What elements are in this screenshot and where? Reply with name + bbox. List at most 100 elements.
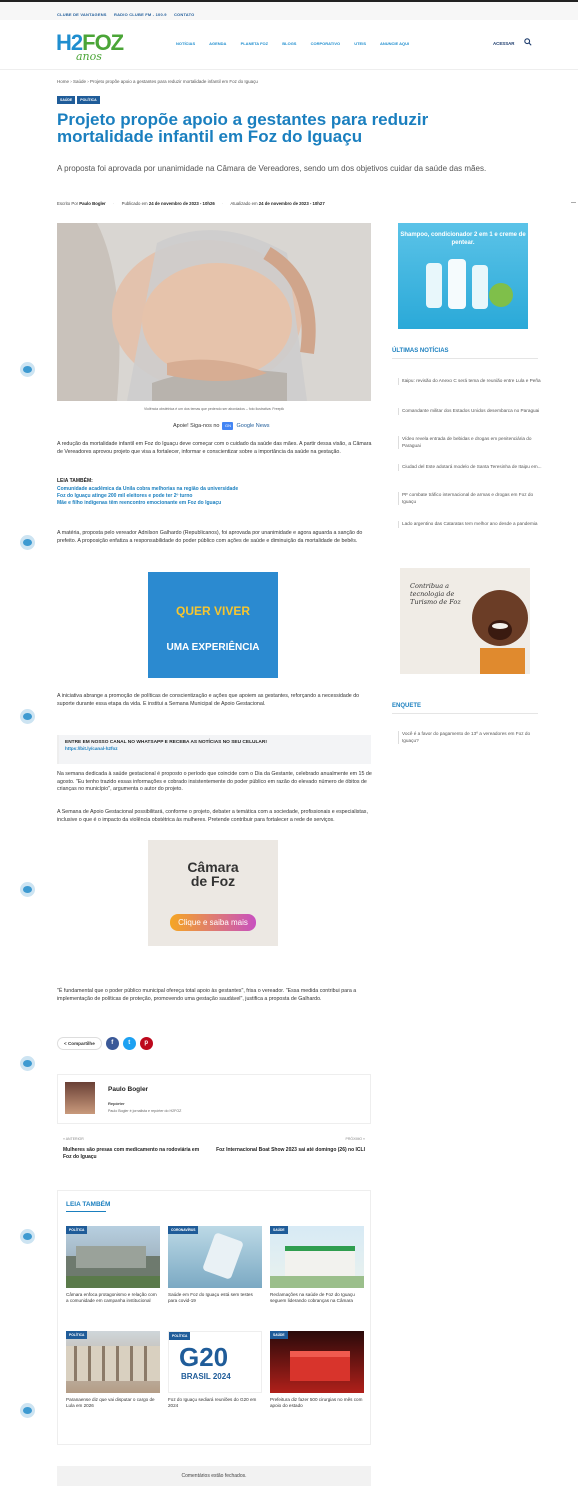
related-card-category: POLÍTICA — [66, 1226, 88, 1234]
related-card-image[interactable]: SAÚDE — [270, 1226, 364, 1288]
search-icon[interactable] — [524, 38, 533, 47]
related-card-title[interactable]: Foz do Iguaçu sediará reuniões do G20 em… — [168, 1397, 262, 1410]
scrollbar-mark[interactable] — [571, 202, 576, 203]
prev-post-link[interactable]: Mulheres são presas com medicamento na r… — [63, 1147, 203, 1161]
nav-agenda[interactable]: AGENDA — [209, 41, 226, 46]
related-card-image[interactable]: CORONAVÍRUS — [168, 1226, 262, 1288]
sidebar-ad-shampoo[interactable]: Shampoo, condicionador 2 em 1 e creme de… — [398, 223, 528, 329]
ad2-title: Câmara de Foz — [187, 859, 239, 889]
related-card-category: CORONAVÍRUS — [168, 1226, 199, 1234]
latest-news-item[interactable]: PF combate tráfico internacional de arma… — [398, 492, 543, 506]
pinterest-share-icon[interactable]: p — [139, 1037, 153, 1050]
author-role: Repórter — [108, 1101, 125, 1106]
inline-related-link-2[interactable]: Foz do Iguaçu atinge 200 mil eleitores e… — [57, 493, 373, 500]
top-link-clube[interactable]: CLUBE DE VANTAGENS — [57, 12, 107, 17]
author-name[interactable]: Paulo Bogler — [108, 1086, 148, 1093]
latest-news-item[interactable]: Lado argentino das Cataratas tem melhor … — [398, 521, 543, 528]
sidebar-ad-turismo[interactable]: Contribua a tecnologia de Turismo de Foz — [400, 568, 530, 674]
related-card[interactable]: POLÍTICA Câmara enfoca protagonismo e re… — [66, 1226, 160, 1305]
floating-chat-icon[interactable] — [20, 1056, 35, 1071]
nav-anuncie[interactable]: ANUNCIE AQUI — [380, 41, 409, 46]
ad-camara-de-foz[interactable]: Câmara de Foz Clique e saiba mais — [148, 840, 278, 946]
meta-author-label: Escrito Por — [57, 201, 79, 206]
main-nav: NOTÍCIAS AGENDA PLANETA FOZ BLOGS CORPOR… — [176, 41, 422, 46]
latest-news-heading: ÚLTIMAS NOTÍCIAS — [392, 348, 449, 354]
meta-updated-label: Atualizado em — [230, 201, 258, 206]
whatsapp-title: ENTRE EM NOSSO CANAL NO WHATSAPP E RECEB… — [65, 740, 267, 745]
nav-uteis[interactable]: UTEIS — [354, 41, 366, 46]
google-news-link[interactable]: Google News — [236, 423, 269, 429]
related-card-image[interactable]: POLÍTICA — [66, 1331, 160, 1393]
inline-related-link-1[interactable]: Comunidade acadêmica da Unila cobra melh… — [57, 486, 373, 493]
ad1-line1: QUER VIVER — [175, 604, 251, 618]
google-news-follow[interactable]: Apoie! Siga-nos no GN Google News — [173, 422, 270, 430]
top-link-contato[interactable]: CONTATO — [174, 12, 195, 17]
related-card[interactable]: CORONAVÍRUS Saúde em Foz do Iguaçu está … — [168, 1226, 262, 1305]
nav-blogs[interactable]: BLOGS — [282, 41, 296, 46]
top-link-radio[interactable]: RADIO CLUBE FM - 100.9 — [114, 12, 167, 17]
article-tags: SAÚDE POLÍTICA — [57, 96, 100, 104]
related-card-image[interactable]: SAÚDE — [270, 1331, 364, 1393]
meta-updated: 24 de novembro de 2023 - 10h27 — [258, 201, 325, 206]
related-card-title[interactable]: Saúde em Foz do Iguaçu está sem testes p… — [168, 1292, 262, 1305]
floating-chat-icon[interactable] — [20, 1403, 35, 1418]
paragraph-1: A redução da mortalidade infantil em Foz… — [57, 441, 372, 455]
google-news-icon: GN — [222, 422, 234, 430]
hero-caption: Violência obstétrica é um dos temas que … — [143, 407, 285, 411]
top-bar: CLUBE DE VANTAGENS RADIO CLUBE FM - 100.… — [0, 0, 578, 20]
related-card-title[interactable]: Prefeitura diz fazer 500 cirurgias no mê… — [270, 1397, 364, 1410]
related-card-title[interactable]: Reclamações na saúde de Foz do Iguaçu se… — [270, 1292, 364, 1305]
latest-news-item[interactable]: Comandante militar dos Estados Unidos de… — [398, 408, 543, 415]
tag-politica[interactable]: POLÍTICA — [77, 96, 100, 104]
breadcrumb[interactable]: Home › Saúde › Projeto propõe apoio a ge… — [57, 79, 258, 84]
nav-planeta-foz[interactable]: PLANETA FOZ — [241, 41, 269, 46]
latest-news-item[interactable]: Ciudad del Este adotará modelo de Santa … — [398, 464, 543, 471]
related-card-category: SAÚDE — [270, 1226, 288, 1234]
latest-news-item[interactable]: Vídeo revela entrada de bebidas e drogas… — [398, 436, 543, 450]
latest-news-item[interactable]: Itaipu: revisão do Anexo C será tema de … — [398, 378, 543, 385]
ad2-cta-button[interactable]: Clique e saiba mais — [170, 914, 256, 931]
floating-chat-icon[interactable] — [20, 709, 35, 724]
article-subtitle: A proposta foi aprovada por unanimidade … — [57, 164, 487, 173]
inline-related: LEIA TAMBÉM: Comunidade acadêmica da Uni… — [57, 478, 373, 507]
site-header: H2FOZ anos NOTÍCIAS AGENDA PLANETA FOZ B… — [0, 20, 578, 70]
comments-closed: Comentários estão fechados. — [57, 1466, 371, 1486]
floating-chat-icon[interactable] — [20, 1229, 35, 1244]
paragraph-6: "É fundamental que o poder público munic… — [57, 988, 357, 1002]
related-card[interactable]: SAÚDE Prefeitura diz fazer 500 cirurgias… — [270, 1331, 364, 1410]
related-card-image[interactable]: POLÍTICA — [66, 1226, 160, 1288]
nav-corporativo[interactable]: CORPORATIVO — [311, 41, 340, 46]
related-card-title[interactable]: Câmara enfoca protagonismo e relação com… — [66, 1292, 160, 1305]
meta-published-label: Publicado em — [121, 201, 148, 206]
nav-noticias[interactable]: NOTÍCIAS — [176, 41, 195, 46]
login-link[interactable]: ACESSAR — [493, 41, 514, 46]
floating-chat-icon[interactable] — [20, 882, 35, 897]
whatsapp-link[interactable]: https://bit.ly/canal-h2foz — [65, 746, 365, 751]
related-card[interactable]: POLÍTICA Paranaense diz que vai disputar… — [66, 1331, 160, 1410]
related-card-category: POLÍTICA — [169, 1332, 191, 1340]
tag-saude[interactable]: SAÚDE — [57, 96, 76, 104]
author-avatar[interactable] — [65, 1082, 95, 1114]
page: CLUBE DE VANTAGENS RADIO CLUBE FM - 100.… — [0, 0, 578, 1488]
related-card[interactable]: G20 BRASIL 2024 POLÍTICA Foz do Iguaçu s… — [168, 1331, 262, 1410]
facebook-share-icon[interactable]: f — [105, 1037, 119, 1050]
author-description: Paulo Bogler é jornalista e repórter do … — [108, 1109, 182, 1113]
inline-related-link-3[interactable]: Mãe e filho indígenas têm reencontro emo… — [57, 500, 373, 507]
related-posts: LEIA TAMBÉM POLÍTICA Câmara enfoca prota… — [57, 1190, 371, 1445]
floating-chat-icon[interactable] — [20, 362, 35, 377]
article-title: Projeto propõe apoio a gestantes para re… — [57, 110, 429, 146]
related-card-image[interactable]: G20 BRASIL 2024 POLÍTICA — [168, 1331, 262, 1393]
ad-banner-experiencia[interactable]: QUER VIVER UMA EXPERIÊNCIA — [148, 572, 278, 678]
floating-chat-icon[interactable] — [20, 535, 35, 550]
inline-related-heading: LEIA TAMBÉM: — [57, 478, 93, 484]
related-card-title[interactable]: Paranaense diz que vai disputar o cargo … — [66, 1397, 160, 1410]
next-post-link[interactable]: Foz Internacional Boat Show 2023 sai até… — [215, 1147, 365, 1154]
site-logo[interactable]: H2FOZ anos — [56, 30, 132, 68]
paragraph-5: A Semana de Apoio Gestacional possibilit… — [57, 809, 368, 823]
meta-author[interactable]: Paulo Bogler — [79, 201, 106, 206]
related-card[interactable]: SAÚDE Reclamações na saúde de Foz do Igu… — [270, 1226, 364, 1305]
share-label[interactable]: < Compartilhe — [57, 1037, 102, 1050]
twitter-share-icon[interactable]: t — [122, 1037, 136, 1050]
poll-question[interactable]: Você é a favor do pagamento de 13º a ver… — [398, 731, 538, 745]
author-box: Paulo Bogler Repórter Paulo Bogler é jor… — [57, 1074, 371, 1124]
